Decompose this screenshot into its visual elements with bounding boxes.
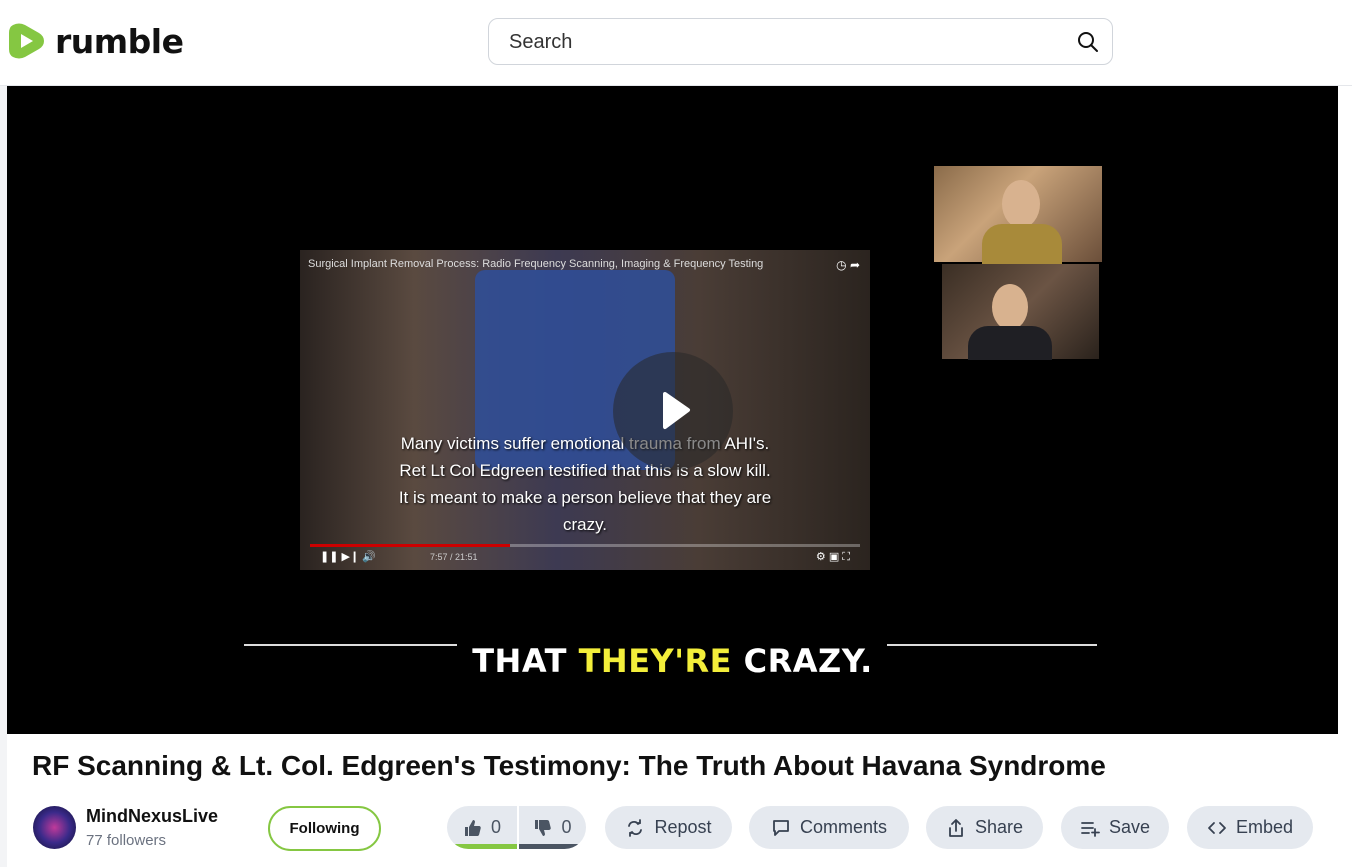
inner-video-subtitle: Many victims suffer emotional trauma fro… (398, 434, 772, 534)
code-icon (1208, 821, 1226, 834)
play-button[interactable] (613, 352, 733, 470)
downvote-count: 0 (561, 817, 572, 837)
top-header: rumble (0, 0, 1352, 86)
webcam-feed-2 (942, 264, 1099, 360)
downvote-ratio-bar (519, 844, 586, 849)
inner-progress-bar (310, 544, 860, 547)
play-icon (663, 392, 690, 429)
comment-icon (773, 819, 789, 836)
repost-icon (628, 818, 643, 837)
upvote-count: 0 (490, 817, 501, 837)
share-icon (949, 818, 963, 837)
playlist-add-icon (1081, 821, 1100, 837)
inner-controls-icons: ❚❚ ▶❙ 🔊 (320, 551, 376, 563)
channel-name[interactable]: MindNexusLive (86, 806, 218, 827)
video-info: RF Scanning & Lt. Col. Edgreen's Testimo… (7, 734, 1338, 867)
thumbs-down-icon (535, 819, 552, 836)
save-button[interactable]: Save (1061, 806, 1169, 849)
webcam-feed-1 (934, 166, 1102, 264)
upvote-button[interactable]: 0 (447, 806, 517, 849)
inner-video-title: Surgical Implant Removal Process: Radio … (308, 258, 764, 270)
embedded-video-frame: Surgical Implant Removal Process: Radio … (300, 250, 870, 570)
search-input[interactable] (509, 29, 1069, 55)
following-button[interactable]: Following (268, 806, 381, 851)
upvote-ratio-bar (447, 844, 517, 849)
embed-button[interactable]: Embed (1187, 806, 1313, 849)
clock-share-icons: ◷ ➦ (836, 258, 860, 272)
video-title: RF Scanning & Lt. Col. Edgreen's Testimo… (32, 750, 1106, 781)
rumble-play-icon (9, 23, 44, 59)
downvote-button[interactable]: 0 (519, 806, 586, 849)
inner-settings-icons: ⚙ ▣ ⛶ (815, 551, 850, 563)
rumble-logo[interactable]: rumble (7, 20, 184, 62)
comments-button[interactable]: Comments (749, 806, 909, 849)
thumbs-up-icon (464, 819, 481, 836)
vote-group: 0 0 (447, 806, 586, 849)
share-button[interactable]: Share (926, 806, 1043, 849)
channel-avatar[interactable] (33, 806, 76, 849)
page-scrollbar[interactable] (1338, 86, 1352, 867)
inner-video-time: 7:57 / 21:51 (430, 552, 478, 562)
search-box[interactable] (488, 18, 1113, 65)
logo-text: rumble (55, 21, 184, 61)
video-player[interactable]: Surgical Implant Removal Process: Radio … (7, 86, 1338, 734)
burned-caption: THAT THEY'RE CRAZY. (472, 642, 873, 680)
repost-button[interactable]: Repost (605, 806, 732, 849)
channel-followers: 77 followers (86, 832, 167, 849)
search-icon[interactable] (1076, 30, 1100, 54)
